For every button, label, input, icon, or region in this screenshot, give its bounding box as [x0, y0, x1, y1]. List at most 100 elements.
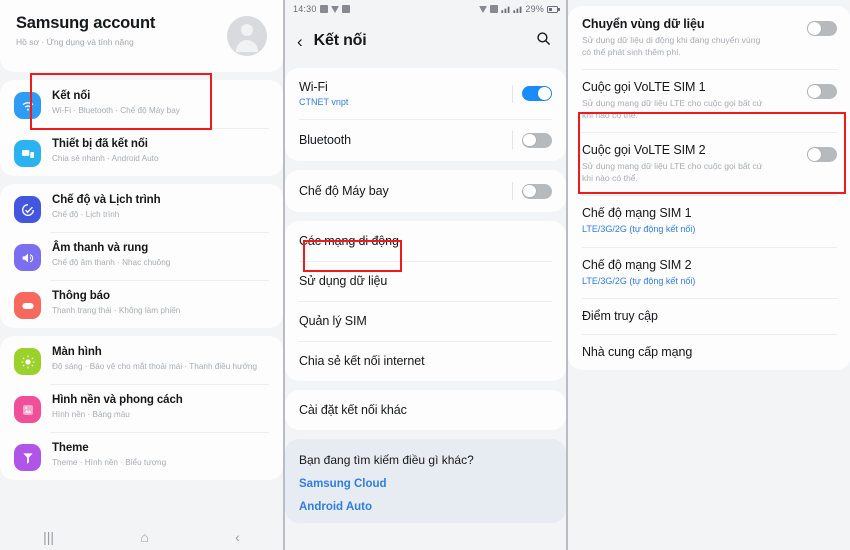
row-label: Cuộc gọi VoLTE SIM 2 — [582, 143, 706, 158]
row-nha-cung-cap-mang[interactable]: Nhà cung cấp mạng — [568, 334, 850, 370]
battery-percent: 29% — [525, 4, 544, 14]
sidebar-item-sublabel: Hình nền · Bảng màu — [52, 410, 130, 419]
row-sublabel: Sử dụng mạng dữ liệu LTE cho cuộc gọi bấ… — [582, 161, 763, 184]
recents-icon[interactable]: ||| — [43, 530, 54, 544]
connections-header: ‹ Kết nối — [285, 18, 566, 68]
settings-group-2: Chế độ và Lịch trình Chế độ · Lịch trình… — [0, 184, 283, 328]
sidebar-item-label: Theme — [52, 442, 89, 454]
sidebar-item-hinh-nen-text: Hình nền và phong cách Hình nền · Bảng m… — [52, 393, 183, 420]
divider — [512, 131, 513, 149]
volte-sim2-toggle[interactable] — [807, 147, 837, 163]
wifi-toggle[interactable] — [522, 86, 552, 101]
sidebar-item-theme-text: Theme Theme · Hình nền · Biểu tượng — [52, 441, 166, 468]
connected-devices-icon — [14, 140, 41, 167]
sidebar-item-theme[interactable]: Theme Theme · Hình nền · Biểu tượng — [0, 432, 283, 480]
sidebar-item-am-thanh-va-rung[interactable]: Âm thanh và rung Chế độ âm thanh · Nhạc … — [0, 232, 283, 280]
row-chuyen-vung-du-lieu[interactable]: Chuyển vùng dữ liệu Sử dụng dữ liệu di đ… — [568, 6, 850, 69]
sidebar-item-sublabel: Chế độ · Lịch trình — [52, 210, 120, 219]
row-sublabel: LTE/3G/2G (tự động kết nối) — [582, 275, 696, 286]
row-che-do-mang-sim-1[interactable]: Chế độ mạng SIM 1 LTE/3G/2G (tự động kết… — [568, 195, 850, 247]
divider — [512, 84, 513, 103]
row-che-do-mang-sim-2[interactable]: Chế độ mạng SIM 2 LTE/3G/2G (tự động kết… — [568, 246, 850, 299]
row-label: Cuộc gọi VoLTE SIM 1 — [582, 80, 706, 95]
sidebar-item-label: Kết nối — [52, 90, 91, 102]
modes-routines-icon — [14, 196, 41, 223]
settings-group-3: Màn hình Độ sáng · Bảo vệ cho mắt thoải … — [0, 336, 283, 480]
row-label: Chia sẻ kết nối internet — [299, 354, 425, 368]
connections-group-2: Chế độ Máy bay — [285, 170, 566, 212]
connections-group-1: Wi-Fi CTNET vnpt Bluetooth — [285, 68, 566, 161]
airplane-mode-toggle[interactable] — [522, 183, 552, 199]
row-sublabel: Sử dụng dữ liệu di động khi đang chuyển … — [582, 35, 761, 58]
row-wifi-control — [512, 84, 552, 103]
sidebar-item-sublabel: Thanh trạng thái · Không làm phiền — [52, 306, 181, 315]
row-su-dung-du-lieu[interactable]: Sử dụng dữ liệu — [285, 261, 566, 301]
samsung-account-subtitle: Hồ sơ · Ứng dụng và tính năng — [16, 37, 134, 47]
sidebar-item-ket-noi[interactable]: Kết nối Wi-Fi · Bluetooth · Chế độ Máy b… — [0, 80, 283, 128]
phone-screen-mobile-networks: Chuyển vùng dữ liệu Sử dụng dữ liệu di đ… — [568, 0, 850, 550]
samsung-account-card[interactable]: Samsung account Hồ sơ · Ứng dụng và tính… — [0, 0, 283, 72]
home-icon[interactable]: ⌂ — [140, 530, 148, 544]
row-label: Chế độ Máy bay — [299, 184, 389, 198]
row-label: Nhà cung cấp mạng — [582, 345, 693, 360]
connections-group-3: Các mạng di động Sử dụng dữ liệu Quản lý… — [285, 221, 566, 381]
samsung-account-text: Samsung account Hồ sơ · Ứng dụng và tính… — [16, 14, 155, 47]
app-icon — [341, 5, 350, 13]
wifi-icon — [14, 92, 41, 119]
row-che-do-may-bay[interactable]: Chế độ Máy bay — [285, 170, 566, 212]
sidebar-item-label: Chế độ và Lịch trình — [52, 194, 161, 206]
screenshot-icon — [319, 5, 328, 13]
search-icon[interactable] — [535, 30, 552, 52]
avatar[interactable] — [227, 16, 267, 56]
theme-icon — [14, 444, 41, 471]
data-roaming-toggle[interactable] — [807, 21, 837, 36]
bluetooth-toggle[interactable] — [522, 132, 552, 148]
row-cai-dat-ket-noi-khac[interactable]: Cài đặt kết nối khác — [285, 390, 566, 430]
signal-sim1-icon — [501, 6, 510, 13]
row-quan-ly-sim[interactable]: Quản lý SIM — [285, 301, 566, 341]
sidebar-item-che-do-text: Chế độ và Lịch trình Chế độ · Lịch trình — [52, 193, 161, 220]
sidebar-item-label: Thiết bị đã kết nối — [52, 138, 148, 150]
sidebar-item-che-do-va-lich-trinh[interactable]: Chế độ và Lịch trình Chế độ · Lịch trình — [0, 184, 283, 232]
notification-icon — [14, 292, 41, 319]
row-diem-truy-cap[interactable]: Điểm truy cập — [568, 298, 850, 334]
back-icon[interactable]: ‹ — [235, 530, 240, 544]
row-cac-mang-di-dong[interactable]: Các mạng di động — [285, 221, 566, 261]
back-arrow-icon[interactable]: ‹ — [297, 33, 303, 50]
sidebar-item-sublabel: Độ sáng · Bảo vệ cho mắt thoải mái · Tha… — [52, 362, 258, 371]
row-airplane-control — [512, 182, 552, 200]
phone-screen-connections: 14:30 29% ‹ Kết nối Wi-Fi CTNET vnpt Blu… — [285, 0, 566, 550]
link-android-auto[interactable]: Android Auto — [299, 501, 552, 513]
android-navbar: ||| ⌂ ‹ — [0, 524, 283, 550]
row-label: Chế độ mạng SIM 1 — [582, 206, 692, 221]
search-more-title: Bạn đang tìm kiếm điều gì khác? — [299, 453, 474, 467]
row-wifi[interactable]: Wi-Fi CTNET vnpt — [285, 68, 566, 119]
volte-sim1-toggle[interactable] — [807, 84, 837, 100]
sidebar-item-hinh-nen-va-phong-cach[interactable]: Hình nền và phong cách Hình nền · Bảng m… — [0, 384, 283, 432]
row-chuyen-vung-text: Chuyển vùng dữ liệu Sử dụng dữ liệu di đ… — [582, 17, 770, 58]
wallpaper-icon — [14, 396, 41, 423]
row-chia-se-ket-noi-internet[interactable]: Chia sẻ kết nối internet — [285, 341, 566, 381]
row-bluetooth[interactable]: Bluetooth — [285, 119, 566, 161]
screenshot-root: Samsung account Hồ sơ · Ứng dụng và tính… — [0, 0, 850, 550]
row-volte-sim-1-text: Cuộc gọi VoLTE SIM 1 Sử dụng mạng dữ liệ… — [582, 80, 770, 121]
sidebar-item-thong-bao[interactable]: Thông báo Thanh trạng thái · Không làm p… — [0, 280, 283, 328]
row-label: Các mạng di động — [299, 234, 399, 248]
row-label: Chế độ mạng SIM 2 — [582, 257, 692, 272]
row-bluetooth-control — [512, 131, 552, 149]
sidebar-item-ket-noi-text: Kết nối Wi-Fi · Bluetooth · Chế độ Máy b… — [52, 89, 180, 116]
sidebar-item-sublabel: Wi-Fi · Bluetooth · Chế độ Máy bay — [52, 106, 180, 115]
row-label: Điểm truy cập — [582, 309, 658, 324]
sidebar-item-thiet-bi-text: Thiết bị đã kết nối Chia sẻ nhanh · Andr… — [52, 137, 159, 164]
status-bar-left: 14:30 — [293, 4, 350, 14]
link-samsung-cloud[interactable]: Samsung Cloud — [299, 478, 552, 490]
samsung-account-title: Samsung account — [16, 14, 156, 32]
sidebar-item-man-hinh[interactable]: Màn hình Độ sáng · Bảo vệ cho mắt thoải … — [0, 336, 283, 384]
page-title: Kết nối — [313, 32, 367, 49]
status-bar-right: 29% — [479, 4, 560, 14]
row-volte-sim-1[interactable]: Cuộc gọi VoLTE SIM 1 Sử dụng mạng dữ liệ… — [568, 69, 850, 132]
sidebar-item-thiet-bi-da-ket-noi[interactable]: Thiết bị đã kết nối Chia sẻ nhanh · Andr… — [0, 128, 283, 176]
row-volte-sim-2-text: Cuộc gọi VoLTE SIM 2 Sử dụng mạng dữ liệ… — [582, 143, 770, 184]
row-volte-sim-2[interactable]: Cuộc gọi VoLTE SIM 2 Sử dụng mạng dữ liệ… — [568, 132, 850, 195]
sidebar-item-label: Thông báo — [52, 290, 110, 302]
